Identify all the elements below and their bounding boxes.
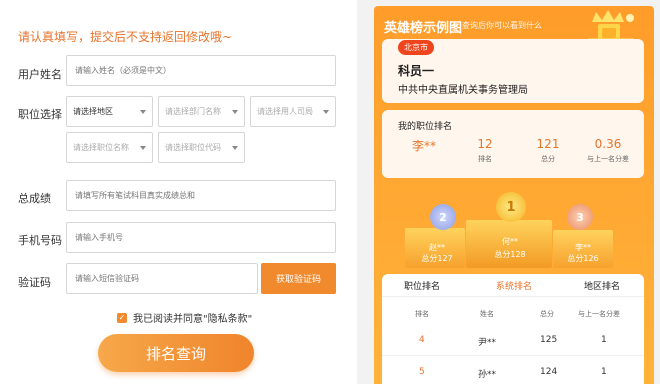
stat-name-value: 李** — [411, 139, 436, 153]
tab-system-rank[interactable]: 系统排名 — [496, 279, 532, 292]
name-input[interactable] — [66, 55, 336, 86]
podium-2-name: 赵** — [429, 243, 445, 252]
form-notice: 请认真填写，提交后不支持返回修改哦~ — [18, 30, 233, 44]
stat-diff: 0.36 与上一名分差 — [578, 137, 638, 164]
stat-rank: 12 排名 — [455, 137, 515, 164]
privacy-agreement[interactable]: ✓ 我已阅读并同意"隐私条款" — [117, 310, 252, 325]
tab-region-rank[interactable]: 地区排名 — [584, 279, 620, 292]
job-label: 职位选择 — [18, 108, 62, 121]
city-badge: 北京市 — [398, 40, 434, 55]
row-2-name: 孙** — [478, 370, 497, 380]
podium-1-score: 总分128 — [494, 250, 526, 259]
name-label: 用户姓名 — [18, 68, 62, 81]
row-2-rank: 5 — [419, 367, 425, 377]
panel-subtitle: 查询后你可以看到什么 — [462, 21, 542, 30]
podium-3-score: 总分126 — [567, 254, 599, 263]
employer-select-label: 请选择用人司局 — [257, 107, 313, 116]
row-1-diff: 1 — [601, 335, 607, 345]
row-2-score: 124 — [540, 367, 558, 377]
query-form: 请认真填写，提交后不支持返回修改哦~ 用户姓名 职位选择 请选择地区 请选择部门… — [0, 0, 357, 384]
checkbox-checked-icon[interactable]: ✓ — [117, 312, 127, 323]
my-rank-title: 我的职位排名 — [398, 122, 453, 132]
stat-score-key: 总分 — [541, 155, 555, 163]
chevron-down-icon — [140, 109, 146, 114]
position-select-label: 请选择职位名称 — [73, 143, 129, 152]
phone-label: 手机号码 — [18, 234, 62, 247]
stat-diff-value: 0.36 — [594, 137, 622, 151]
divider — [382, 296, 644, 297]
chevron-down-icon — [140, 145, 146, 150]
col-header-diff: 与上一名分差 — [578, 310, 620, 318]
position-code-select[interactable]: 请选择职位代码 — [158, 132, 245, 163]
region-select-label: 请选择地区 — [73, 107, 113, 116]
org-name: 中共中央直属机关事务管理局 — [398, 85, 528, 96]
stat-diff-key: 与上一名分差 — [587, 155, 629, 163]
tab-position-rank[interactable]: 职位排名 — [404, 279, 440, 292]
phone-input[interactable] — [66, 222, 336, 253]
bronze-medal-icon: 3 — [567, 204, 593, 230]
verify-code-input[interactable] — [66, 263, 258, 294]
person-name: 科员一 — [398, 64, 435, 78]
panel-title: 英雄榜示例图 — [384, 21, 463, 36]
chevron-down-icon — [323, 109, 329, 114]
dept-select[interactable]: 请选择部门名称 — [158, 96, 245, 127]
stat-rank-value: 12 — [477, 137, 493, 151]
podium-2-score: 总分127 — [421, 254, 453, 263]
podium-1-name: 何** — [502, 237, 518, 246]
chevron-down-icon — [232, 109, 238, 114]
verify-label: 验证码 — [18, 276, 51, 289]
score-label: 总成绩 — [18, 192, 51, 205]
position-select[interactable]: 请选择职位名称 — [66, 132, 153, 163]
agree-text: 我已阅读并同意"隐私条款" — [133, 314, 253, 325]
dept-select-label: 请选择部门名称 — [165, 107, 221, 116]
row-1-rank: 4 — [419, 335, 425, 345]
stat-score-value: 121 — [536, 137, 560, 151]
submit-query-button[interactable]: 排名查询 — [98, 334, 254, 372]
region-select[interactable]: 请选择地区 — [66, 96, 153, 127]
col-header-score: 总分 — [540, 310, 554, 318]
get-code-button[interactable]: 获取验证码 — [261, 263, 336, 294]
row-1-score: 125 — [540, 335, 558, 345]
score-input[interactable] — [66, 180, 336, 211]
row-2-diff: 1 — [601, 367, 607, 377]
col-header-rank: 排名 — [415, 310, 429, 318]
employer-select[interactable]: 请选择用人司局 — [250, 96, 336, 127]
divider — [382, 355, 644, 356]
stat-rank-key: 排名 — [478, 155, 492, 163]
stat-score: 121 总分 — [518, 137, 578, 164]
stat-name: 李** — [394, 137, 454, 154]
position-code-label: 请选择职位代码 — [165, 143, 221, 152]
podium-3-name: 李** — [575, 243, 591, 252]
gold-medal-icon: 1 — [496, 192, 526, 222]
col-header-name: 姓名 — [480, 310, 494, 318]
row-1-name: 尹** — [478, 338, 497, 348]
chevron-down-icon — [232, 145, 238, 150]
silver-medal-icon: 2 — [430, 204, 456, 230]
